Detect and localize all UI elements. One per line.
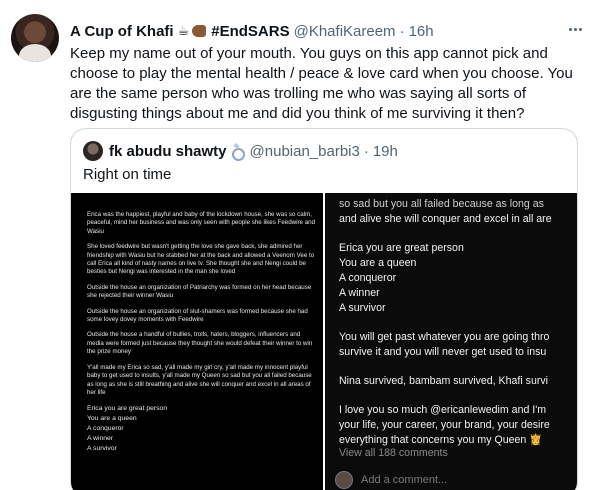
screenshot-line: Erica you are great person xyxy=(339,242,464,254)
screenshot-line: A conqueror xyxy=(87,425,124,433)
quoted-tweet-media[interactable]: Erica was the happiest, playful and baby… xyxy=(71,193,577,490)
screenshot-line: A survivor xyxy=(87,445,117,453)
screenshot-line: A winner xyxy=(339,287,380,299)
ring-emoji-icon xyxy=(230,144,245,161)
tweet-header: A Cup of Khafi ☕ #EndSARS @KhafiKareem ·… xyxy=(70,20,434,42)
screenshot-line: I love you so much @ericanlewedim and I'… xyxy=(339,404,547,416)
tweet[interactable]: A Cup of Khafi ☕ #EndSARS @KhafiKareem ·… xyxy=(0,0,596,490)
quoted-tweet-timestamp: 19h xyxy=(372,142,398,160)
screenshot-line: Nina survived, bambam survived, Khafi su… xyxy=(339,375,549,387)
screenshot-paragraph: Outside the house an organization of slu… xyxy=(87,307,308,324)
quoted-author-display-name: fk abudu shawty xyxy=(109,142,227,160)
screenshot-line: A conqueror xyxy=(339,272,397,284)
quoted-author-handle: @nubian_barbi3 xyxy=(249,142,360,160)
separator-dot: · xyxy=(399,22,405,40)
commenter-avatar xyxy=(335,471,353,489)
quoted-tweet-text: Right on time xyxy=(83,166,172,183)
screenshot-line: so sad but you all failed because as lon… xyxy=(339,198,544,210)
screenshot-paragraph: Y'all made my Erica so sad, y'all made m… xyxy=(87,363,312,396)
more-options-icon[interactable] xyxy=(566,20,584,38)
screenshot-line: You will get past whatever you are going… xyxy=(339,331,550,343)
quoted-author-avatar xyxy=(83,141,103,161)
flexed-biceps-icon xyxy=(192,25,207,37)
view-all-comments-link: View all 188 comments xyxy=(339,447,448,459)
tweet-timestamp[interactable]: 16h xyxy=(409,23,434,40)
screenshot-text-block: Erica was the happiest, playful and baby… xyxy=(87,211,317,454)
screenshot-line: You are a queen xyxy=(87,415,137,423)
screenshot-paragraph: Erica was the happiest, playful and baby… xyxy=(87,211,316,235)
screenshot-line: A winner xyxy=(87,435,114,443)
screenshot-line: survive it and you will never get used t… xyxy=(339,346,547,358)
screenshot-line: your life, your career, your brand, your… xyxy=(339,419,550,431)
author-avatar[interactable] xyxy=(11,14,59,62)
separator-dot: · xyxy=(363,142,369,160)
tweet-text: Keep my name out of your mouth. You guys… xyxy=(70,45,573,122)
screenshot-paragraph: She loved feedwire but wasn't getting th… xyxy=(87,243,315,276)
screenshot-paragraph: Outside the house a handful of bullies, … xyxy=(87,331,313,356)
coffee-emoji-icon: ☕ xyxy=(177,23,190,38)
screenshot-paragraph: Outside the house an organization of Pat… xyxy=(87,283,312,300)
author-display-name[interactable]: A Cup of Khafi xyxy=(70,23,174,40)
author-handle[interactable]: @KhafiKareem xyxy=(294,23,396,40)
quoted-tweet-header: fk abudu shawty @nubian_barbi3 · 19h xyxy=(83,141,398,161)
add-comment-input: Add a comment... xyxy=(361,474,448,486)
screenshot-line: and alive she will conquer and excel in … xyxy=(339,213,552,225)
media-image-right[interactable]: so sad but you all failed because as lon… xyxy=(325,193,577,490)
media-image-left[interactable]: Erica was the happiest, playful and baby… xyxy=(71,193,323,490)
add-comment-row: Add a comment... xyxy=(335,471,447,489)
screenshot-line: A survivor xyxy=(339,302,386,314)
screenshot-line: everything that concerns you my Queen 👸 xyxy=(339,434,543,446)
author-name-hashtag: #EndSARS xyxy=(211,22,290,40)
screenshot-text-block: so sad but you all failed because as lon… xyxy=(339,197,577,448)
screenshot-line: You are a queen xyxy=(339,257,417,269)
screenshot-line: Erica you are great person xyxy=(87,405,168,413)
quoted-tweet[interactable]: fk abudu shawty @nubian_barbi3 · 19h Rig… xyxy=(70,128,578,490)
